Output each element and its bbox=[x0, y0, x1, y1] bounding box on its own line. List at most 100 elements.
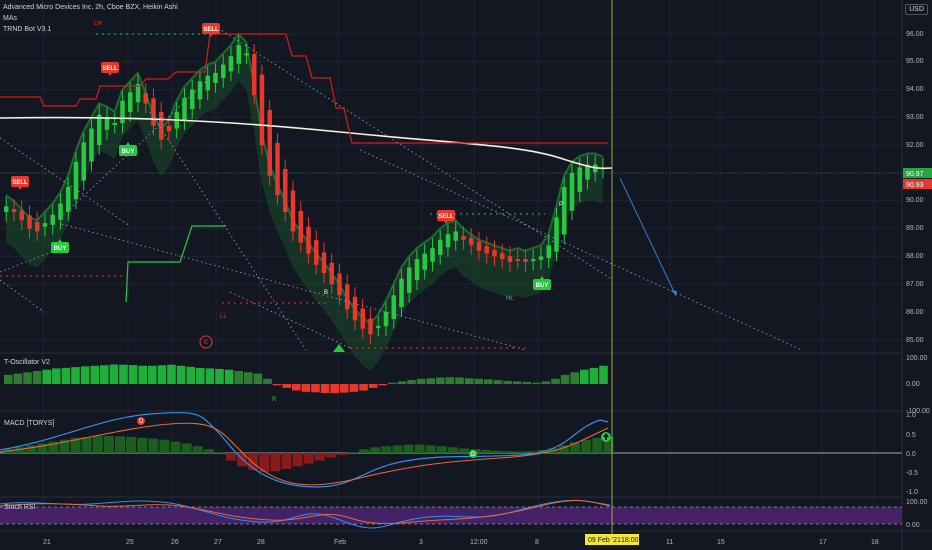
candle bbox=[89, 128, 94, 162]
projection-arrow-head bbox=[671, 290, 677, 296]
osc-bar bbox=[119, 364, 128, 384]
candle bbox=[554, 217, 559, 252]
candle bbox=[213, 72, 218, 83]
second-price: 90.93 bbox=[906, 182, 924, 189]
candle bbox=[438, 239, 443, 255]
macd-bar bbox=[159, 439, 170, 453]
macd-bar bbox=[592, 437, 603, 453]
candle bbox=[329, 262, 334, 285]
candle bbox=[445, 234, 451, 248]
osc-bar bbox=[388, 382, 397, 384]
price-tick: 96.00 bbox=[906, 31, 924, 38]
candle bbox=[492, 249, 497, 257]
osc-bar bbox=[167, 364, 176, 384]
candle bbox=[221, 64, 226, 78]
osc-bar bbox=[196, 367, 205, 384]
osc-bar bbox=[368, 384, 378, 388]
candle bbox=[66, 186, 71, 212]
macd-bar bbox=[337, 453, 347, 455]
macd-bar bbox=[214, 452, 225, 453]
osc-bar bbox=[90, 365, 99, 384]
stoch-tick: 100.00 bbox=[906, 499, 928, 506]
osc-bar bbox=[541, 381, 551, 384]
price-tick: 90.00 bbox=[906, 197, 924, 204]
osc-bar bbox=[580, 369, 589, 384]
trendline bbox=[0, 279, 45, 313]
time-tick: 11 bbox=[666, 539, 673, 546]
macd-bar bbox=[192, 446, 203, 453]
candle bbox=[19, 210, 24, 221]
osc-bar bbox=[522, 381, 531, 384]
candle bbox=[135, 84, 141, 103]
osc-bar bbox=[493, 380, 503, 384]
price-tick: 86.00 bbox=[906, 309, 924, 316]
candles bbox=[4, 35, 606, 344]
candle bbox=[11, 209, 17, 212]
indicator-mas[interactable]: MAs bbox=[3, 15, 17, 22]
currency-badge[interactable]: USD bbox=[905, 4, 928, 15]
candle bbox=[321, 252, 327, 274]
crosshair-time: 18:00 bbox=[621, 537, 639, 544]
candle bbox=[577, 167, 582, 192]
projection-arrow bbox=[619, 177, 677, 297]
macd-label[interactable]: MACD [TORYS] bbox=[4, 420, 54, 427]
hl-label: HL bbox=[506, 296, 514, 302]
candle bbox=[252, 53, 257, 96]
candle bbox=[27, 215, 32, 229]
candle bbox=[228, 56, 234, 72]
candle bbox=[50, 214, 55, 225]
chart-canvas[interactable]: 96.00 95.00 94.00 93.00 92.00 90.00 89.0… bbox=[0, 0, 932, 550]
osc-bar bbox=[80, 366, 90, 384]
macd-bar bbox=[570, 442, 581, 453]
ll-label: LL bbox=[220, 314, 227, 320]
price-tick: 87.00 bbox=[906, 281, 924, 288]
time-tick: 3 bbox=[419, 539, 423, 546]
osc-bar bbox=[186, 366, 195, 384]
price-tick: 94.00 bbox=[906, 86, 924, 93]
price-tick: 89.00 bbox=[906, 225, 924, 232]
osc-bar bbox=[359, 384, 368, 391]
macd-tick: -0.5 bbox=[906, 470, 918, 477]
macd-bar bbox=[92, 435, 103, 453]
osc-bar bbox=[503, 380, 512, 384]
osc-bar bbox=[292, 384, 301, 391]
time-tick: 25 bbox=[126, 539, 134, 546]
indicator-trnd[interactable]: TRND Bot V3.1 bbox=[3, 26, 51, 33]
macd-tick: 1.0 bbox=[906, 412, 916, 419]
macd-bar bbox=[459, 448, 470, 453]
osc-label[interactable]: T-Oscillator V2 bbox=[4, 359, 50, 366]
osc-bar bbox=[128, 365, 138, 384]
time-tick: 12:00 bbox=[470, 539, 488, 546]
candle bbox=[236, 45, 241, 64]
macd-bar bbox=[481, 449, 492, 453]
candle bbox=[159, 112, 164, 140]
osc-bar bbox=[23, 372, 32, 384]
price-tick: 93.00 bbox=[906, 114, 924, 121]
p-marker: P bbox=[559, 202, 563, 208]
candle bbox=[205, 75, 210, 91]
osc-bar bbox=[532, 382, 541, 384]
candle bbox=[484, 246, 489, 254]
osc-bar bbox=[378, 384, 387, 386]
macd-bar bbox=[525, 451, 536, 453]
stoch-label[interactable]: Stoch RSI bbox=[4, 504, 36, 511]
chart-title[interactable]: Advanced Micro Devices Inc, 2h, Cboe BZX… bbox=[3, 4, 178, 11]
macd-bar bbox=[137, 437, 148, 453]
macd-d-marker: D bbox=[139, 419, 144, 425]
macd-bar bbox=[503, 451, 514, 453]
osc-bar bbox=[512, 381, 522, 384]
osc-bar bbox=[436, 377, 445, 384]
candle bbox=[197, 81, 203, 100]
candle bbox=[190, 89, 195, 110]
macd-bar bbox=[148, 438, 159, 453]
candle bbox=[476, 241, 482, 251]
osc-bar bbox=[330, 384, 339, 394]
osc-bar bbox=[320, 384, 330, 394]
time-tick: Feb bbox=[334, 539, 346, 546]
osc-bar bbox=[263, 378, 272, 384]
macd-bar bbox=[359, 449, 370, 453]
candle bbox=[283, 169, 288, 212]
time-axis[interactable]: 21 25 26 27 28 Feb 3 12:00 8 11 15 17 18 bbox=[43, 539, 879, 546]
buy-signal: BUY bbox=[54, 246, 67, 252]
price-tick: 92.00 bbox=[906, 142, 924, 149]
